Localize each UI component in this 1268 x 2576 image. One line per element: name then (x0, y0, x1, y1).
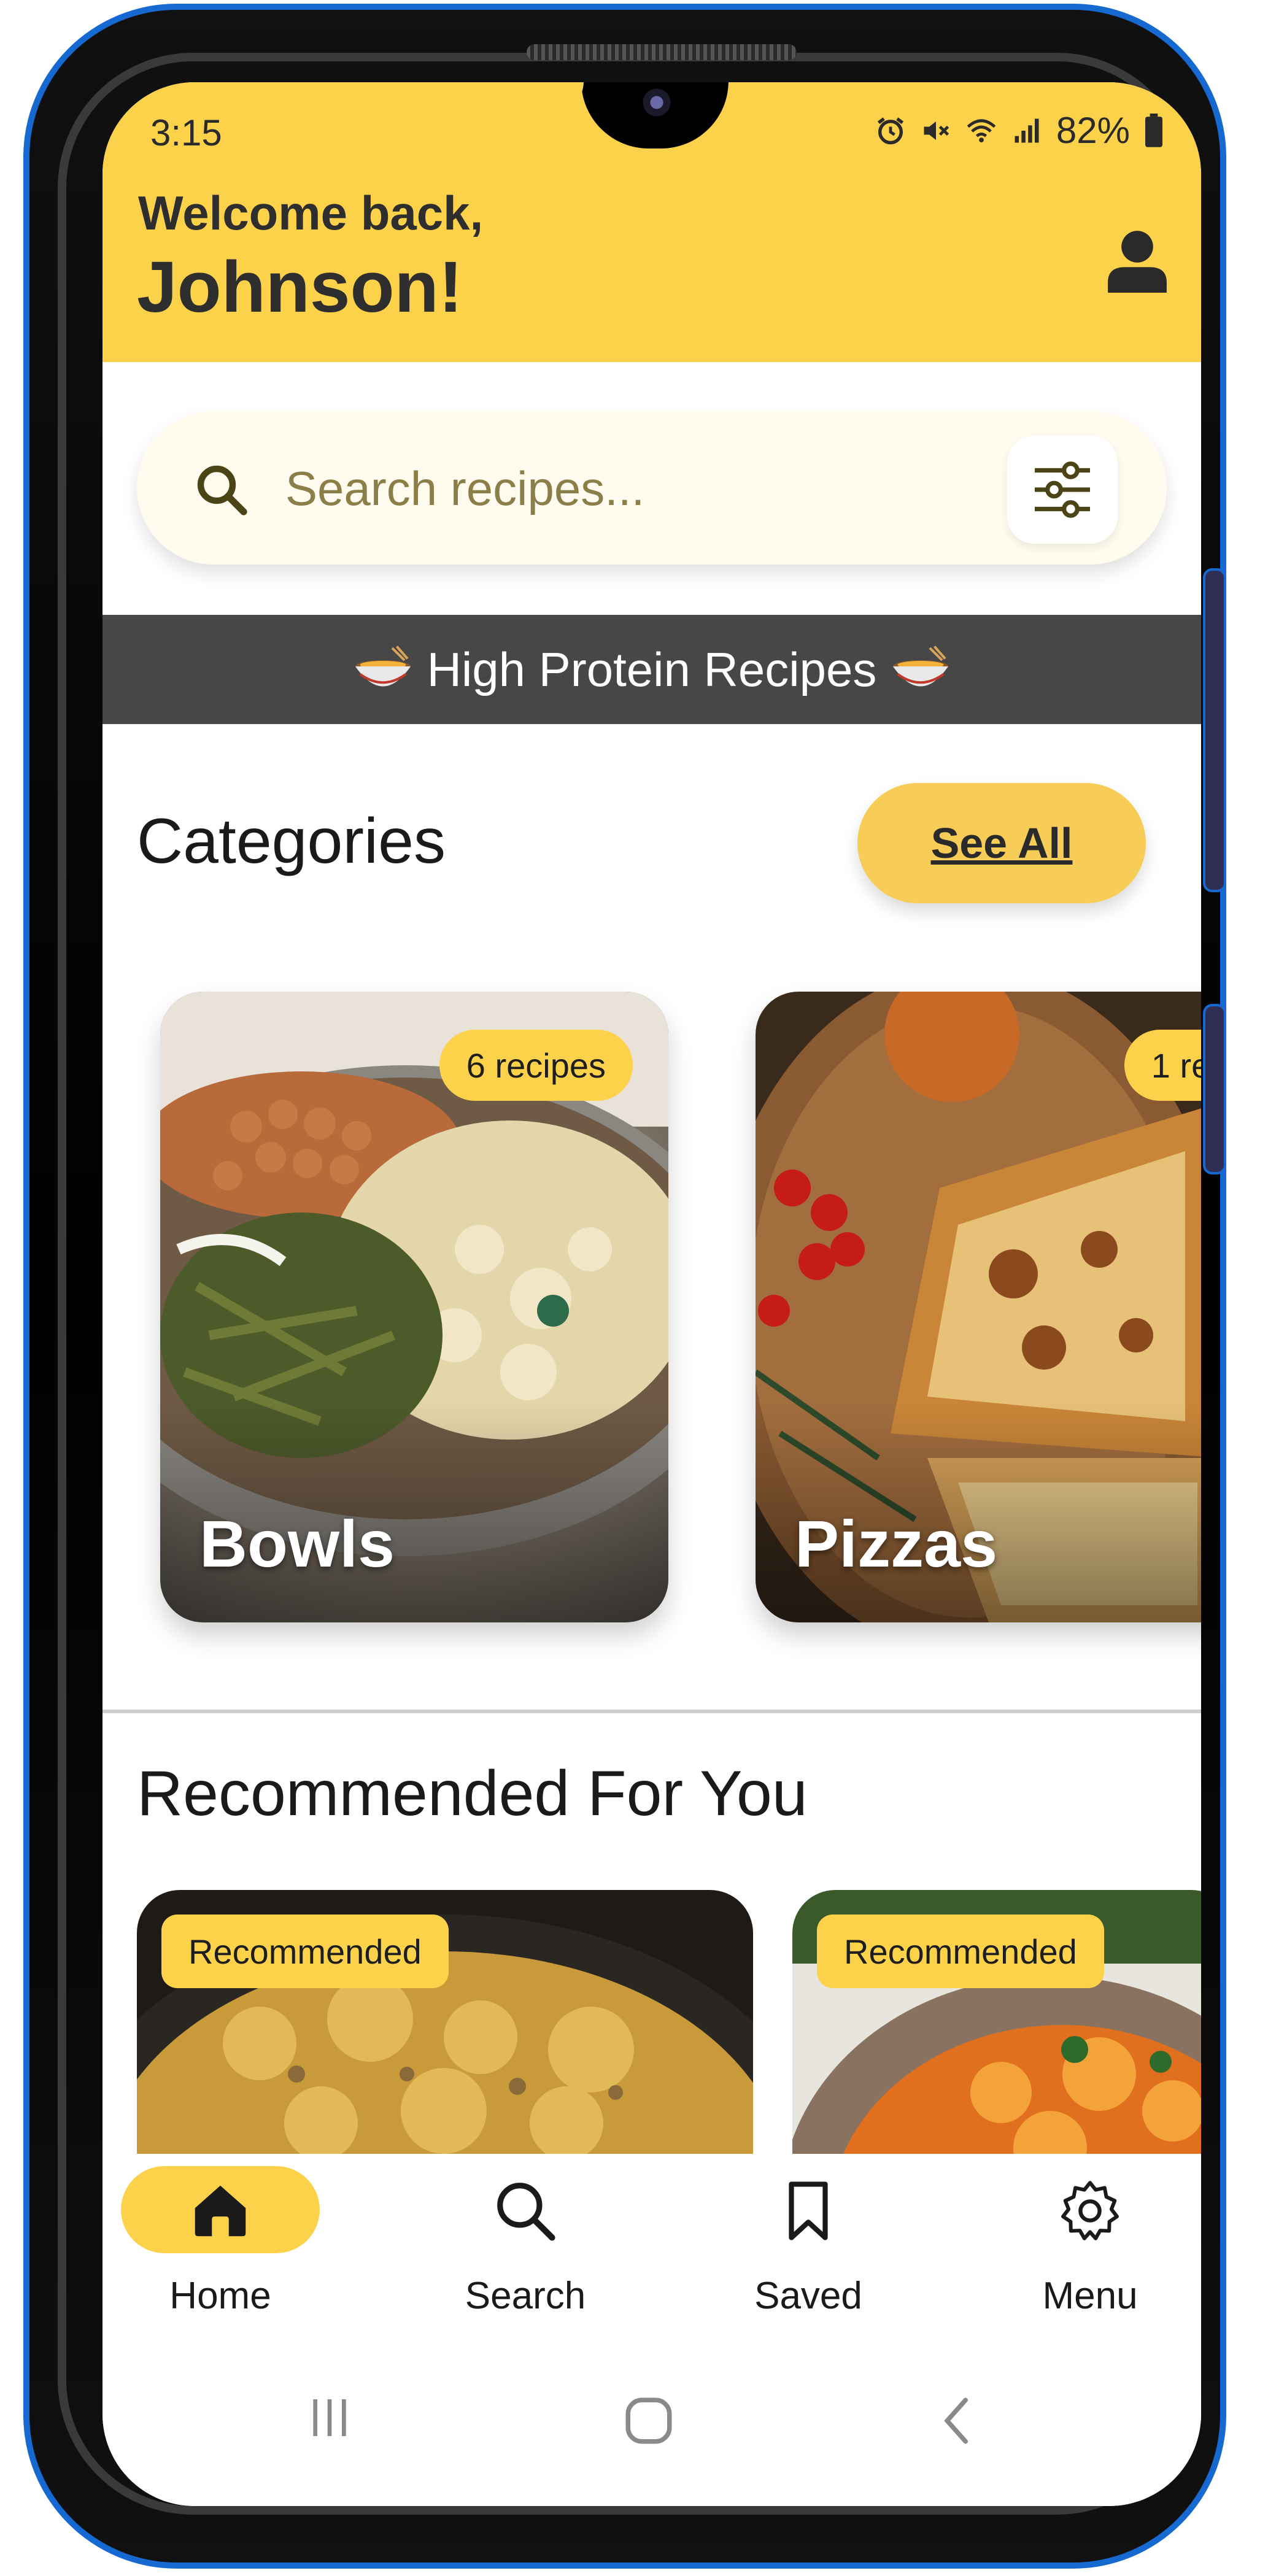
category-card-pizzas[interactable]: 1 recipe Pizzas (756, 992, 1201, 1622)
battery-percent: 82% (1056, 110, 1130, 151)
recommended-title: Recommended For You (137, 1758, 808, 1829)
category-card-bowls[interactable]: 6 recipes Bowls (160, 992, 668, 1622)
nav-label: Saved (754, 2275, 862, 2317)
speaker-grille (527, 44, 797, 60)
nav-item-home[interactable]: Home (102, 2166, 338, 2326)
bookmark-icon (789, 2181, 828, 2240)
phone-frame: 3:15 82% Welcome back, Johnson! Search r… (23, 4, 1226, 2569)
status-icons: 82% (875, 109, 1164, 152)
mute-icon (924, 121, 949, 140)
signal-icon (1015, 118, 1039, 142)
category-name: Bowls (199, 1506, 395, 1581)
promo-banner[interactable]: High Protein Recipes (102, 615, 1201, 724)
home-button-icon[interactable] (621, 2393, 676, 2448)
nav-label: Search (465, 2275, 586, 2317)
nav-item-search[interactable]: Search (406, 2166, 645, 2326)
alarm-icon (877, 117, 904, 144)
search-icon (197, 465, 247, 515)
battery-icon (1145, 113, 1162, 147)
system-navigation-bar (102, 2338, 1201, 2506)
nav-label: Menu (1042, 2275, 1138, 2317)
profile-icon[interactable] (1107, 228, 1168, 296)
wifi-icon (967, 118, 996, 142)
home-icon (195, 2185, 246, 2237)
nav-label: Home (169, 2275, 271, 2317)
welcome-text: Welcome back, (138, 186, 484, 240)
recipe-count-badge: 1 recipe (1124, 1030, 1201, 1101)
front-camera (643, 88, 671, 117)
ramen-bowl-icon (893, 646, 949, 687)
categories-title: Categories (137, 806, 446, 877)
nav-item-menu[interactable]: Menu (970, 2166, 1201, 2326)
search-bar[interactable] (137, 411, 1167, 565)
ramen-bowl-icon (355, 646, 411, 687)
bottom-navigation: Home Search Saved Menu (102, 2154, 1201, 2338)
recent-apps-icon[interactable] (305, 2393, 354, 2442)
recipe-count-badge: 6 recipes (439, 1030, 633, 1101)
status-time: 3:15 (150, 112, 222, 153)
back-icon[interactable] (931, 2393, 986, 2448)
category-name: Pizzas (795, 1506, 998, 1581)
see-all-button[interactable]: See All (857, 783, 1146, 903)
banner-text: High Protein Recipes (427, 642, 877, 696)
search-icon (497, 2183, 555, 2241)
power-button (1203, 1004, 1226, 1174)
app-screen: 3:15 82% Welcome back, Johnson! Search r… (102, 82, 1201, 2506)
volume-button (1203, 568, 1226, 892)
search-input[interactable] (284, 454, 962, 523)
user-name: Johnson! (137, 247, 463, 328)
filter-button[interactable] (1007, 436, 1118, 544)
recommended-badge: Recommended (817, 1915, 1104, 1988)
gear-icon (1061, 2181, 1119, 2240)
nav-item-saved[interactable]: Saved (689, 2166, 928, 2326)
recommended-badge: Recommended (161, 1915, 449, 1988)
section-divider (102, 1710, 1201, 1713)
sliders-icon (1035, 461, 1090, 518)
